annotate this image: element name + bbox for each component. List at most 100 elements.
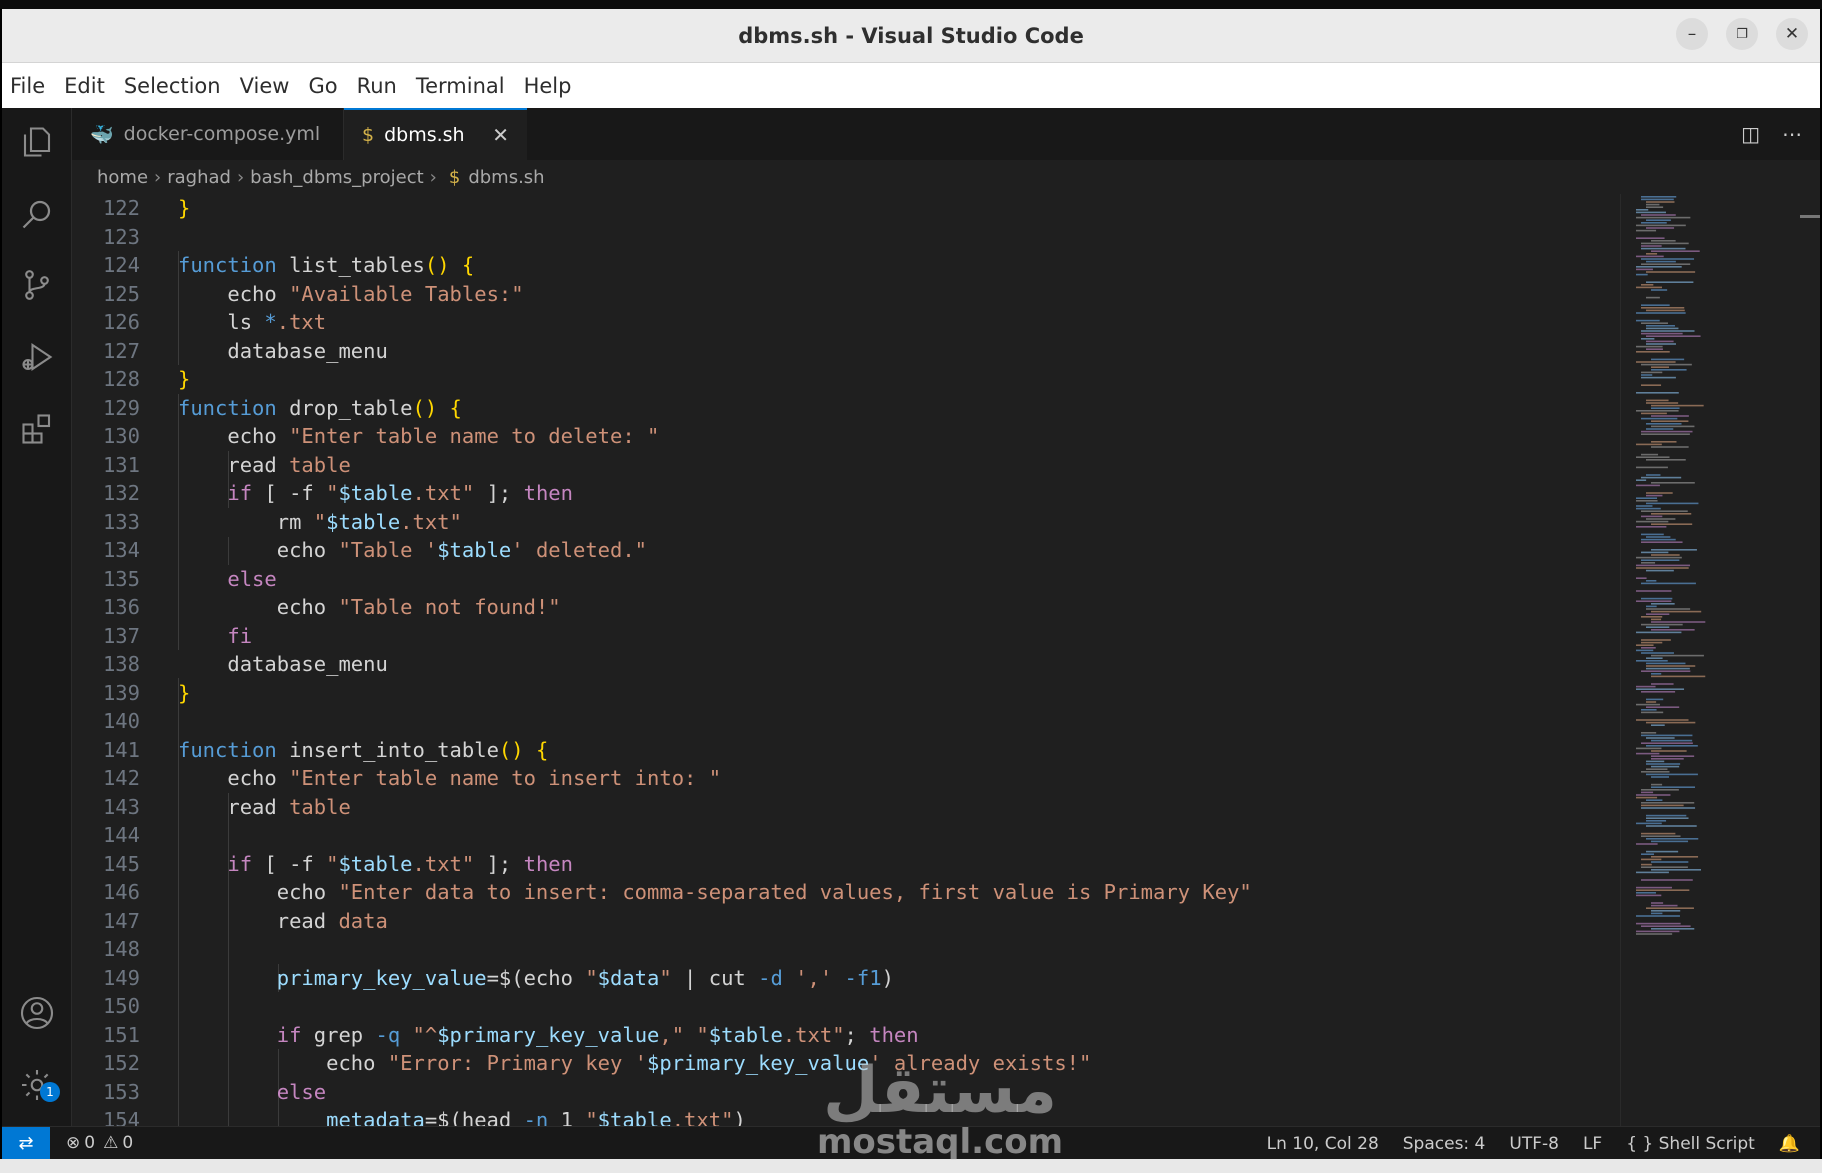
run-debug-icon[interactable] [18, 338, 56, 376]
minimap-line [1641, 691, 1676, 693]
minimap-line [1636, 649, 1654, 652]
minimap-line [1641, 417, 1678, 420]
minimap-line [1651, 289, 1668, 291]
source-control-icon[interactable] [18, 266, 56, 304]
code-token: * [264, 310, 277, 335]
minimap-line [1636, 719, 1689, 721]
menu-go[interactable]: Go [308, 74, 337, 98]
more-actions-icon[interactable]: ⋯ [1782, 122, 1802, 146]
line-number: 125 [102, 281, 140, 306]
menu-run[interactable]: Run [357, 74, 397, 98]
line-code: echo "Table '$table' deleted." [178, 538, 647, 562]
code-token: } [178, 196, 191, 221]
minimap-line [1646, 613, 1670, 615]
restore-button[interactable]: ❐ [1726, 18, 1758, 50]
line-number: 144 [102, 823, 140, 848]
code-line: 140 [72, 707, 1620, 736]
minimap-line [1636, 631, 1682, 634]
minimap-line [1651, 446, 1689, 448]
minimap-line [1646, 309, 1685, 312]
menu-edit[interactable]: Edit [64, 74, 105, 98]
code-token: () [498, 737, 524, 762]
language-mode[interactable]: { } Shell Script [1626, 1134, 1755, 1154]
close-tab-icon[interactable]: ✕ [492, 123, 509, 147]
tab-docker-compose[interactable]: 🐳 docker-compose.yml [72, 108, 344, 160]
problems-indicator[interactable]: ⊗ 0 ⚠ 0 [66, 1133, 133, 1153]
minimap-line [1651, 783, 1663, 786]
minimap-line [1651, 618, 1662, 621]
minimap-line [1651, 240, 1676, 242]
breadcrumb-raghad[interactable]: raghad [167, 167, 231, 188]
scrollbar-thumb[interactable] [1800, 215, 1820, 218]
extensions-icon[interactable] [18, 410, 56, 448]
line-number: 139 [102, 680, 140, 705]
minimap-line [1641, 562, 1656, 564]
code-line: 132 if [ -f "$table.txt" ]; then [72, 479, 1620, 508]
line-number: 152 [102, 1051, 140, 1076]
title-bar: dbms.sh - Visual Studio Code – ❐ ✕ [2, 9, 1820, 63]
minimap-line [1641, 332, 1683, 335]
breadcrumb-home[interactable]: home [97, 167, 148, 188]
minimap-line [1641, 771, 1670, 773]
minimap-line [1641, 263, 1691, 265]
minimap-line [1641, 582, 1696, 585]
breadcrumb-file[interactable]: dbms.sh [468, 167, 544, 188]
menu-file[interactable]: File [10, 74, 45, 98]
minimap-line [1636, 505, 1653, 507]
remote-indicator[interactable]: ⇄ [2, 1126, 50, 1160]
minimap-line [1641, 734, 1693, 737]
minimap-line [1636, 752, 1660, 755]
code-token: ' deleted." [511, 538, 648, 563]
line-number: 128 [102, 367, 140, 392]
error-count: 0 [84, 1133, 96, 1153]
minimap[interactable] [1620, 194, 1800, 1126]
code-token: database_menu [178, 338, 388, 363]
menu-view[interactable]: View [240, 74, 290, 98]
tab-dbms-sh[interactable]: $ dbms.sh ✕ [344, 108, 527, 160]
line-number: 122 [102, 196, 140, 221]
line-number: 154 [102, 1108, 140, 1126]
minimap-line [1636, 688, 1685, 690]
explorer-icon[interactable] [18, 123, 56, 161]
minimap-line [1646, 825, 1697, 827]
vertical-scrollbar[interactable] [1800, 194, 1820, 1126]
code-token: | cut [671, 965, 759, 990]
menu-selection[interactable]: Selection [124, 74, 221, 98]
code-token: then [523, 481, 573, 506]
minimap-line [1641, 515, 1663, 518]
cursor-position[interactable]: Ln 10, Col 28 [1267, 1134, 1379, 1154]
minimap-line [1636, 567, 1689, 569]
menu-terminal[interactable]: Terminal [416, 74, 505, 98]
minimap-line [1646, 253, 1658, 255]
minimap-line [1651, 482, 1695, 484]
line-number: 130 [102, 424, 140, 449]
close-window-button[interactable]: ✕ [1776, 18, 1808, 50]
end-of-line[interactable]: LF [1583, 1134, 1602, 1154]
code-token: "Enter table name to insert into: " [289, 766, 722, 791]
search-icon[interactable] [18, 195, 56, 233]
code-line: 137 fi [72, 622, 1620, 651]
minimap-line [1636, 564, 1691, 567]
split-editor-icon[interactable]: ◫ [1741, 122, 1760, 146]
minimap-line [1646, 820, 1667, 822]
code-editor[interactable]: 122} 123 124 function list_tables() {125 ec… [72, 194, 1620, 1126]
minimap-line [1641, 196, 1677, 198]
notifications-bell-icon[interactable]: 🔔 [1779, 1134, 1800, 1154]
breadcrumb-project[interactable]: bash_dbms_project [250, 167, 423, 188]
minimap-line [1641, 647, 1656, 649]
code-token: -d [758, 965, 783, 990]
encoding[interactable]: UTF-8 [1509, 1134, 1559, 1154]
indentation[interactable]: Spaces: 4 [1403, 1134, 1486, 1154]
minimize-button[interactable]: – [1676, 18, 1708, 50]
minimap-line [1651, 758, 1684, 760]
code-token: database_menu [178, 652, 388, 677]
code-line: 146 echo "Enter data to insert: comma-se… [72, 878, 1620, 907]
menu-help[interactable]: Help [524, 74, 572, 98]
code-line: 144 [72, 821, 1620, 850]
account-icon[interactable] [18, 994, 56, 1032]
code-line: 152 echo "Error: Primary key '$primary_k… [72, 1049, 1620, 1078]
minimap-line [1646, 494, 1663, 497]
line-number: 123 [102, 224, 140, 249]
code-token: if [276, 1022, 302, 1047]
